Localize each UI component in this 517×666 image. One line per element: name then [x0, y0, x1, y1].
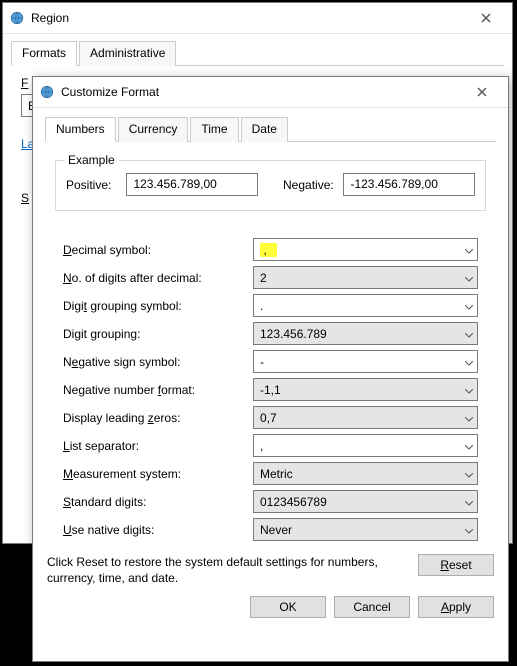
chevron-down-icon: [465, 383, 473, 397]
digits-after-combo[interactable]: 2: [253, 266, 478, 289]
customize-close-button[interactable]: [462, 77, 502, 107]
field-label: Digit grouping symbol:: [63, 299, 253, 313]
customize-body: Example Positive: 123.456.789,00 Negativ…: [33, 142, 508, 550]
field-row-neg-sign: Negative sign symbol:-: [63, 350, 478, 373]
field-row-neg-format: Negative number format:-1,1: [63, 378, 478, 401]
customize-window: Customize Format Numbers Currency Time D…: [32, 76, 509, 662]
field-label: Digit grouping:: [63, 327, 253, 341]
chevron-down-icon: [465, 299, 473, 313]
field-label: List separator:: [63, 439, 253, 453]
neg-format-combo[interactable]: -1,1: [253, 378, 478, 401]
field-label: Decimal symbol:: [63, 243, 253, 257]
tab-numbers[interactable]: Numbers: [45, 117, 116, 142]
example-legend: Example: [64, 153, 119, 167]
chevron-down-icon: [465, 271, 473, 285]
field-label: Negative number format:: [63, 383, 253, 397]
list-separator-combo[interactable]: ,: [253, 434, 478, 457]
tab-formats[interactable]: Formats: [11, 41, 77, 66]
dialog-buttons: OK Cancel Apply: [33, 586, 508, 630]
chevron-down-icon: [465, 327, 473, 341]
globe-icon: [9, 10, 25, 26]
chevron-down-icon: [465, 411, 473, 425]
region-close-button[interactable]: [466, 3, 506, 33]
standard-digits-combo[interactable]: 0123456789: [253, 490, 478, 513]
negative-label: Negative:: [283, 178, 335, 192]
field-row-decimal-symbol: Decimal symbol: ,: [63, 238, 478, 261]
field-row-list-separator: List separator:,: [63, 434, 478, 457]
positive-value: 123.456.789,00: [126, 173, 258, 196]
field-row-native-digits: Use native digits:Never: [63, 518, 478, 541]
tab-administrative[interactable]: Administrative: [79, 41, 176, 66]
reset-note-row: Click Reset to restore the system defaul…: [33, 550, 508, 586]
chevron-down-icon: [465, 523, 473, 537]
chevron-down-icon: [465, 439, 473, 453]
positive-label: Positive:: [66, 178, 118, 192]
field-row-measurement: Measurement system:Metric: [63, 462, 478, 485]
field-label: Negative sign symbol:: [63, 355, 253, 369]
decimal-symbol-combo[interactable]: ,: [253, 238, 478, 261]
field-row-leading-zeros: Display leading zeros:0,7: [63, 406, 478, 429]
field-label: Use native digits:: [63, 523, 253, 537]
chevron-down-icon: [465, 355, 473, 369]
cancel-button[interactable]: Cancel: [334, 596, 410, 618]
field-row-grouping-symbol: Digit grouping symbol:.: [63, 294, 478, 317]
field-row-digits-after: No. of digits after decimal:2: [63, 266, 478, 289]
apply-button[interactable]: Apply: [418, 596, 494, 618]
region-titlebar: Region: [3, 3, 512, 34]
chevron-down-icon: [465, 495, 473, 509]
field-row-standard-digits: Standard digits:0123456789: [63, 490, 478, 513]
tab-currency[interactable]: Currency: [118, 117, 189, 142]
customize-titlebar: Customize Format: [33, 77, 508, 108]
customize-tabstrip: Numbers Currency Time Date: [45, 116, 496, 142]
field-row-digit-grouping: Digit grouping:123.456.789: [63, 322, 478, 345]
measurement-combo[interactable]: Metric: [253, 462, 478, 485]
ok-button[interactable]: OK: [250, 596, 326, 618]
reset-button[interactable]: Reset: [418, 554, 494, 576]
digit-grouping-combo[interactable]: 123.456.789: [253, 322, 478, 345]
field-label: Measurement system:: [63, 467, 253, 481]
customize-title: Customize Format: [61, 85, 462, 99]
leading-zeros-combo[interactable]: 0,7: [253, 406, 478, 429]
region-title: Region: [31, 11, 466, 25]
field-label: No. of digits after decimal:: [63, 271, 253, 285]
field-label: Display leading zeros:: [63, 411, 253, 425]
field-label: Standard digits:: [63, 495, 253, 509]
globe-icon: [39, 84, 55, 100]
tab-time[interactable]: Time: [190, 117, 238, 142]
native-digits-combo[interactable]: Never: [253, 518, 478, 541]
neg-sign-combo[interactable]: -: [253, 350, 478, 373]
chevron-down-icon: [465, 467, 473, 481]
negative-value: -123.456.789,00: [343, 173, 475, 196]
grouping-symbol-combo[interactable]: .: [253, 294, 478, 317]
chevron-down-icon: [465, 243, 473, 257]
region-tabstrip: Formats Administrative: [11, 40, 504, 66]
reset-note-text: Click Reset to restore the system defaul…: [47, 554, 404, 586]
tab-date[interactable]: Date: [241, 117, 288, 142]
example-group: Example Positive: 123.456.789,00 Negativ…: [55, 160, 486, 211]
